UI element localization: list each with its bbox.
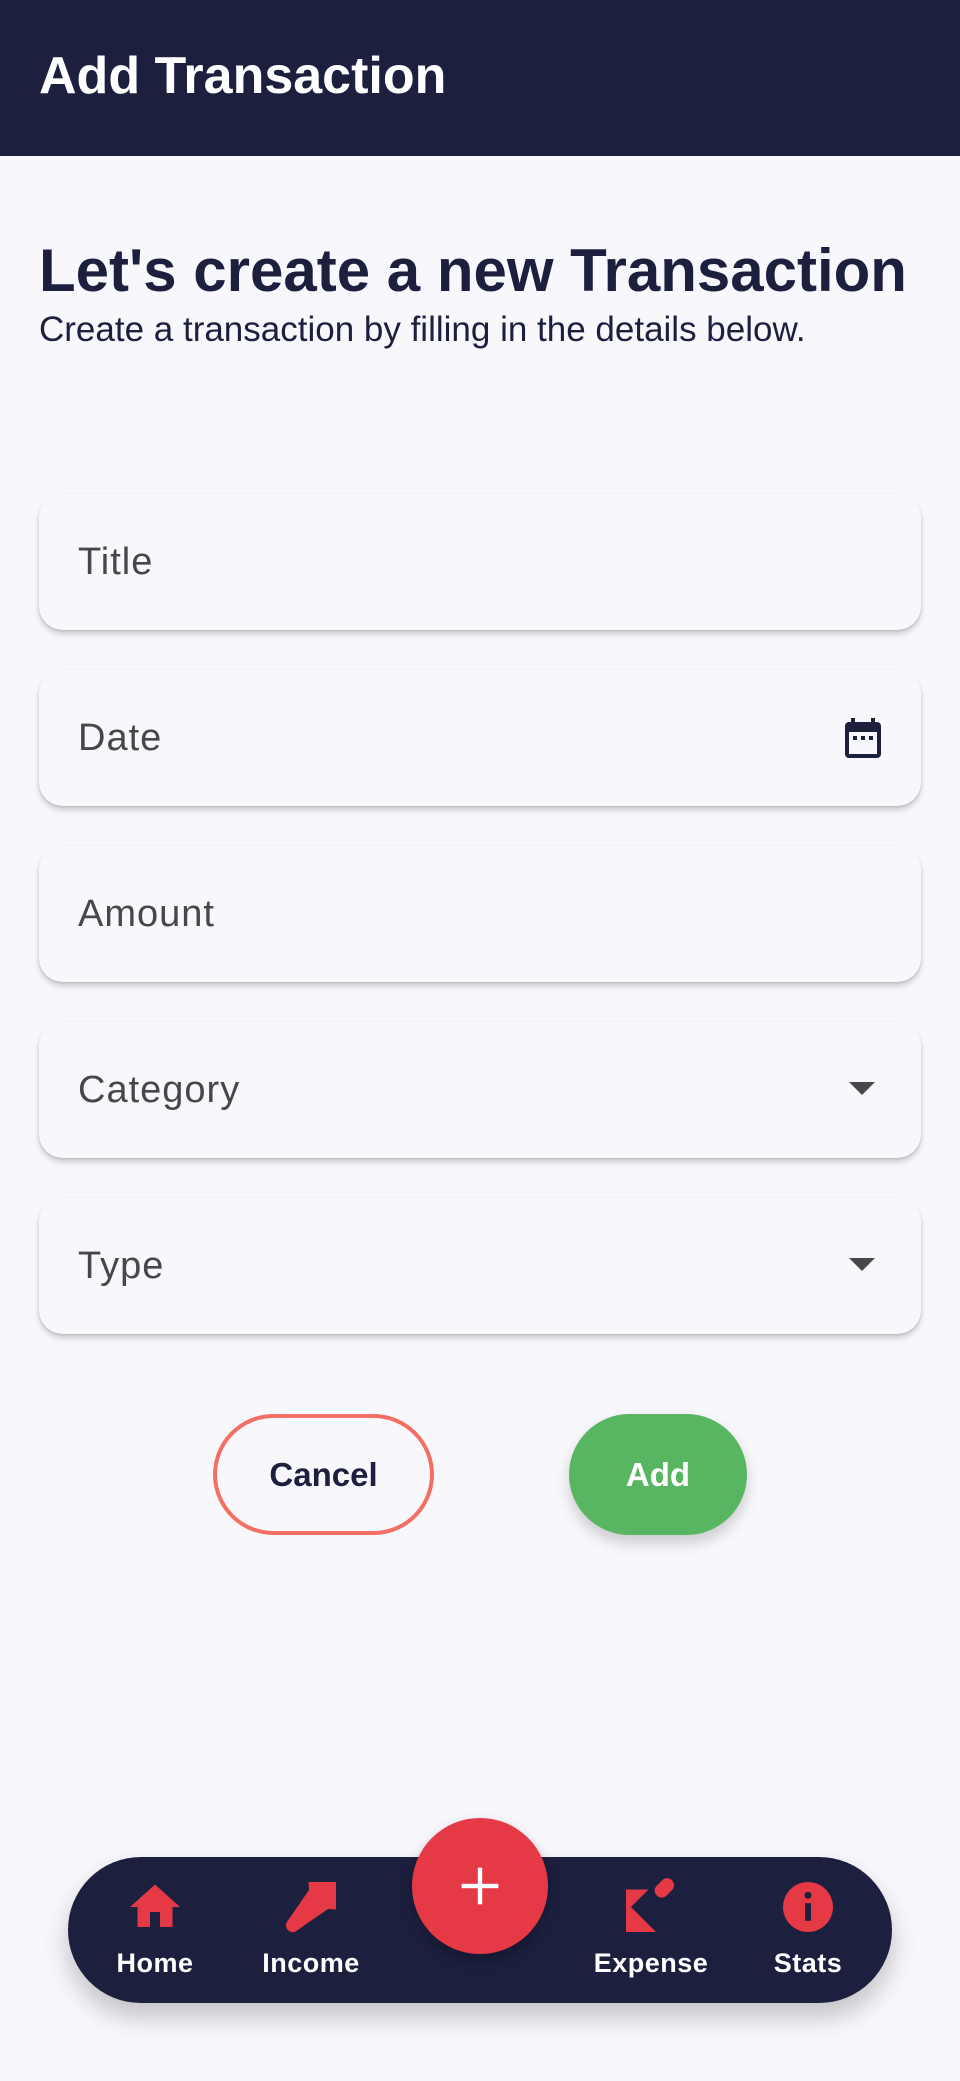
nav-item-stats[interactable]: Stats [738, 1877, 878, 1987]
dropdown-arrow-icon [849, 1082, 875, 1095]
date-field-label: Date [78, 717, 163, 759]
category-dropdown[interactable]: Category [39, 1022, 921, 1158]
type-dropdown[interactable]: Type [39, 1198, 921, 1334]
nav-label-home: Home [116, 1948, 194, 1978]
app-bar-title: Add Transaction [39, 47, 447, 105]
expense-icon [626, 1878, 675, 1932]
income-arrow-icon [285, 1882, 336, 1933]
plus-icon [461, 1867, 499, 1905]
type-dropdown-label: Type [78, 1245, 165, 1287]
calendar-icon[interactable] [839, 714, 887, 762]
title-field-label: Title [78, 541, 154, 583]
add-button[interactable]: Add [569, 1414, 747, 1535]
date-field[interactable]: Date [39, 670, 921, 806]
nav-item-income[interactable]: Income [241, 1877, 381, 1987]
nav-item-expense[interactable]: Expense [581, 1877, 721, 1987]
page-subheading: Create a transaction by filling in the d… [39, 310, 806, 349]
home-icon [130, 1884, 180, 1927]
nav-label-stats: Stats [773, 1948, 843, 1978]
dropdown-arrow-icon [849, 1258, 875, 1271]
page-heading: Let's create a new Transaction [39, 237, 907, 304]
amount-field[interactable]: Amount [39, 846, 921, 982]
app-bar: Add Transaction [0, 0, 960, 156]
nav-label-expense: Expense [593, 1948, 709, 1978]
add-transaction-fab[interactable] [412, 1818, 548, 1954]
title-field[interactable]: Title [39, 494, 921, 630]
nav-label-income: Income [262, 1948, 360, 1978]
nav-item-home[interactable]: Home [85, 1877, 225, 1987]
category-dropdown-label: Category [78, 1069, 241, 1111]
cancel-button[interactable]: Cancel [213, 1414, 434, 1535]
info-icon [783, 1882, 833, 1932]
amount-field-label: Amount [78, 893, 215, 935]
